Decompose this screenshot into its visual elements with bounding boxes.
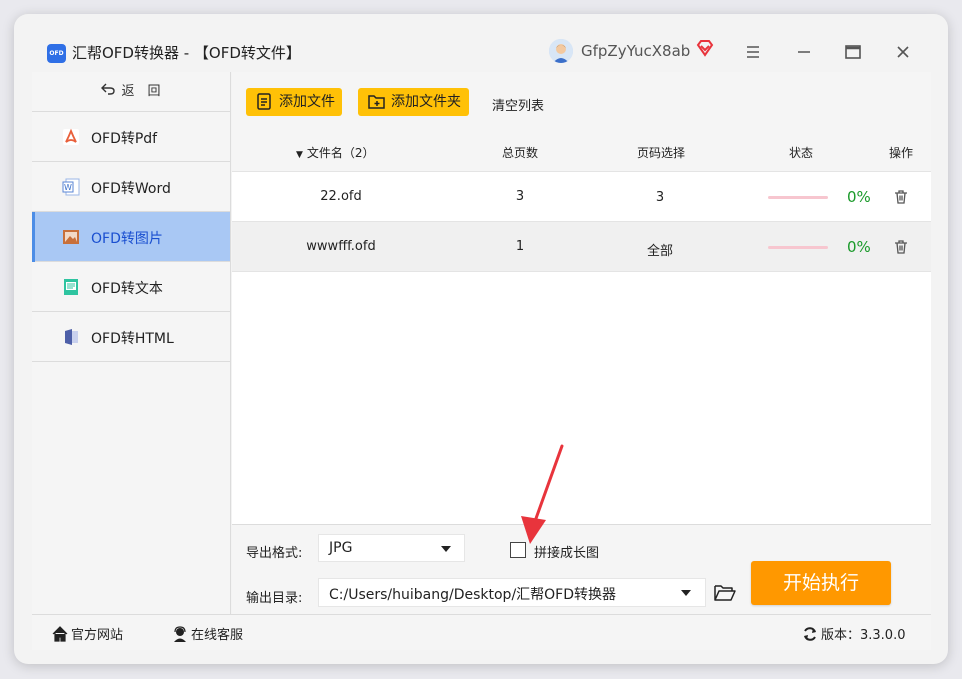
progress-percent: 0% <box>847 188 871 206</box>
format-value: JPG <box>329 540 353 556</box>
sidebar-item-label: OFD转图片 <box>91 231 163 247</box>
footer: 官方网站 在线客服 版本：3.3.0.0 <box>32 614 931 650</box>
file-name: 22.ofd <box>320 189 362 204</box>
window-title: 汇帮OFD转换器 - 【OFD转文件】 <box>72 44 301 62</box>
sidebar-item-label: OFD转HTML <box>91 331 174 347</box>
sidebar-item-label: OFD转文本 <box>91 281 163 297</box>
official-site-label: 官方网站 <box>71 628 124 643</box>
file-name: wwwfff.ofd <box>306 239 376 254</box>
format-label: 导出格式: <box>246 546 303 561</box>
official-site-link[interactable]: 官方网站 <box>52 624 123 643</box>
maximize-icon[interactable] <box>841 40 865 64</box>
text-icon <box>62 278 80 296</box>
add-folder-label: 添加文件夹 <box>391 94 461 110</box>
back-button[interactable]: 返 回 <box>32 72 230 112</box>
open-folder-icon[interactable] <box>714 584 736 602</box>
output-dir-select[interactable]: C:/Users/huibang/Desktop/汇帮OFD转换器 <box>318 578 706 607</box>
back-label: 返 回 <box>121 84 161 99</box>
toolbar: 添加文件 添加文件夹 清空列表 <box>232 72 931 130</box>
refresh-icon <box>802 626 818 642</box>
page-count: 1 <box>515 239 525 254</box>
sidebar-item-ofd-to-html[interactable]: OFD转HTML <box>32 312 230 362</box>
clear-list-button[interactable]: 清空列表 <box>492 95 544 114</box>
version-info: 版本：3.3.0.0 <box>802 624 905 643</box>
column-header-action: 操作 <box>889 146 914 160</box>
table-row[interactable]: wwwfff.ofd 1 全部 0% <box>232 222 931 272</box>
chevron-down-icon <box>441 546 451 552</box>
stitch-label[interactable]: 拼接成长图 <box>534 542 599 561</box>
sidebar: 返 回 OFD转Pdf W OFD转Word OFD转图片 OFD转文本 OFD… <box>32 72 231 614</box>
home-icon <box>52 626 68 642</box>
progress-bar <box>768 196 828 199</box>
username[interactable]: GfpZyYucX8ab <box>581 42 690 60</box>
sidebar-item-ofd-to-image[interactable]: OFD转图片 <box>32 212 230 262</box>
chevron-down-icon <box>681 590 691 596</box>
progress-bar <box>768 246 828 249</box>
close-icon[interactable] <box>891 40 915 64</box>
sidebar-item-label: OFD转Pdf <box>91 131 158 147</box>
start-button[interactable]: 开始执行 <box>751 561 891 605</box>
stitch-checkbox[interactable] <box>510 542 526 558</box>
page-range-select[interactable]: 3 <box>628 190 692 205</box>
page-count: 3 <box>515 189 525 204</box>
user-avatar[interactable] <box>549 39 573 63</box>
add-file-label: 添加文件 <box>279 94 335 110</box>
menu-icon[interactable] <box>741 40 765 64</box>
add-folder-button[interactable]: 添加文件夹 <box>358 88 469 116</box>
sidebar-item-label: OFD转Word <box>91 181 171 197</box>
pdf-icon <box>62 128 80 146</box>
html-icon <box>62 328 80 346</box>
version-label: 版本：3.3.0.0 <box>821 628 906 643</box>
delete-icon[interactable] <box>893 239 909 255</box>
add-folder-icon <box>368 93 386 111</box>
app-logo: OFD <box>47 44 66 63</box>
column-header-status: 状态 <box>789 146 814 160</box>
title-bar: OFD 汇帮OFD转换器 - 【OFD转文件】 GfpZyYucX8ab <box>14 14 948 72</box>
settings-panel: 导出格式: JPG 拼接成长图 输出目录: C:/Users/huibang/D… <box>232 524 931 614</box>
online-support-label: 在线客服 <box>191 628 244 643</box>
add-file-icon <box>256 93 274 111</box>
sort-down-icon: ▼ <box>296 150 303 160</box>
add-file-button[interactable]: 添加文件 <box>246 88 342 116</box>
main-panel: 添加文件 添加文件夹 清空列表 ▼ 文件名（2） 总页数 页码选择 状态 操作 2… <box>232 72 931 524</box>
app-window: OFD 汇帮OFD转换器 - 【OFD转文件】 GfpZyYucX8ab 返 回… <box>14 14 948 664</box>
table-row[interactable]: 22.ofd 3 3 0% <box>232 172 931 222</box>
online-support-link[interactable]: 在线客服 <box>172 624 243 643</box>
vip-diamond-icon[interactable] <box>696 39 714 57</box>
table-header: ▼ 文件名（2） 总页数 页码选择 状态 操作 <box>232 130 931 172</box>
page-range-select[interactable]: 全部 <box>628 240 692 259</box>
delete-icon[interactable] <box>893 189 909 205</box>
column-header-page-range: 页码选择 <box>637 146 686 160</box>
output-dir-value: C:/Users/huibang/Desktop/汇帮OFD转换器 <box>329 587 617 603</box>
sidebar-item-ofd-to-text[interactable]: OFD转文本 <box>32 262 230 312</box>
back-arrow-icon <box>101 72 116 112</box>
word-icon: W <box>62 178 80 196</box>
svg-text:W: W <box>64 183 72 192</box>
column-header-pages: 总页数 <box>502 146 539 160</box>
column-header-filename[interactable]: ▼ 文件名（2） <box>296 144 375 161</box>
format-select[interactable]: JPG <box>318 534 465 562</box>
minimize-icon[interactable] <box>792 40 816 64</box>
sidebar-item-ofd-to-pdf[interactable]: OFD转Pdf <box>32 112 230 162</box>
column-header-filename-label: 文件名（2） <box>306 146 375 160</box>
output-dir-label: 输出目录: <box>246 591 303 606</box>
progress-percent: 0% <box>847 238 871 256</box>
support-agent-icon <box>172 626 188 642</box>
image-icon <box>62 228 80 246</box>
sidebar-item-ofd-to-word[interactable]: W OFD转Word <box>32 162 230 212</box>
